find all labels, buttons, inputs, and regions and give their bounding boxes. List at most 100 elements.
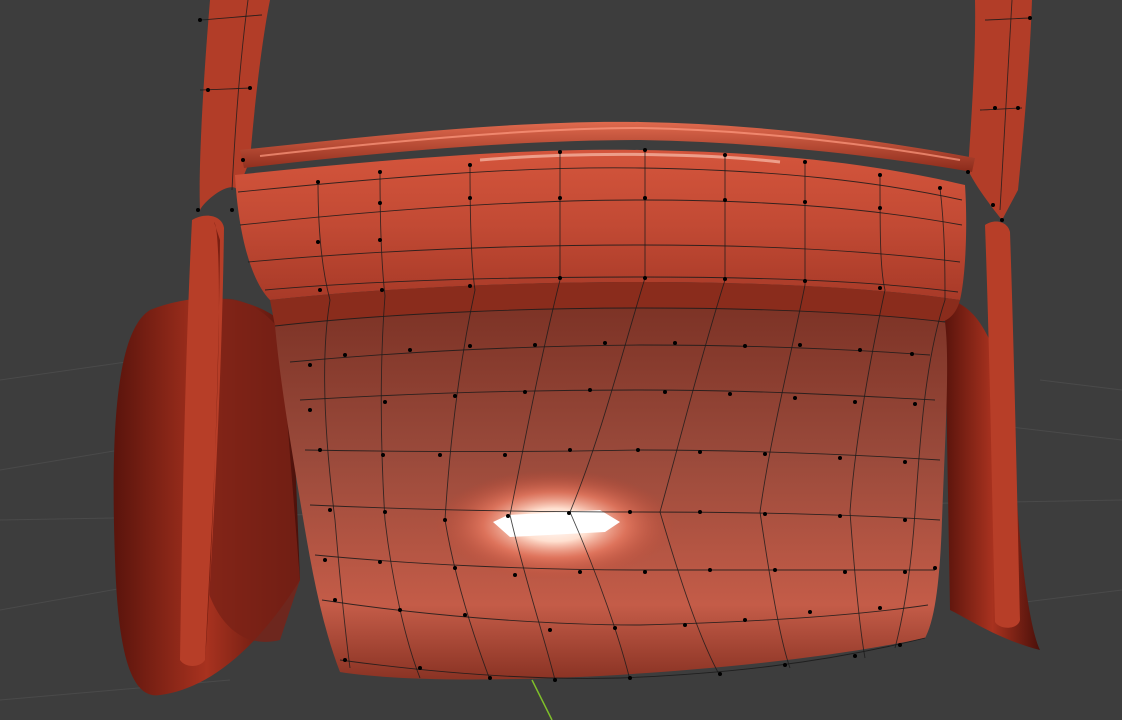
mesh-vertex [548, 628, 552, 632]
y-axis-line [531, 679, 553, 720]
3d-viewport[interactable] [0, 0, 1122, 720]
mesh-vertex [438, 453, 442, 457]
mesh-vertex [628, 676, 632, 680]
mesh-vertex [773, 568, 777, 572]
mesh-vertex [803, 200, 807, 204]
mesh-vertex [878, 606, 882, 610]
mesh-vertex [443, 518, 447, 522]
mesh-vertex [808, 610, 812, 614]
mesh-vertex [381, 453, 385, 457]
mesh-vertex [196, 208, 200, 212]
mesh-vertex [558, 276, 562, 280]
mesh-vertex [328, 508, 332, 512]
mesh-vertex [453, 566, 457, 570]
mesh-vertex [708, 568, 712, 572]
mesh-vertex [318, 448, 322, 452]
mesh-vertex [1028, 16, 1032, 20]
mesh-vertex [468, 196, 472, 200]
mesh-vertex [1016, 106, 1020, 110]
mesh-vertex [308, 363, 312, 367]
mesh-vertex [803, 279, 807, 283]
mesh-vertex [628, 510, 632, 514]
mesh-vertex [558, 196, 562, 200]
mesh-vertex [568, 448, 572, 452]
mesh-vertex [683, 623, 687, 627]
mesh-vertex [698, 450, 702, 454]
mesh-vertex [198, 18, 202, 22]
mesh-vertex [853, 654, 857, 658]
mesh-vertex [718, 672, 722, 676]
mesh-vertex [913, 402, 917, 406]
mesh-vertex [383, 510, 387, 514]
mesh-vertex [567, 511, 571, 515]
mesh-vertex [723, 198, 727, 202]
mesh-vertex [636, 448, 640, 452]
mesh-vertex [1000, 218, 1004, 222]
mesh-vertex [558, 150, 562, 154]
mesh-vertex [308, 408, 312, 412]
mesh-vertex [468, 163, 472, 167]
mesh-vertex [380, 288, 384, 292]
right-back-post [968, 0, 1032, 220]
mesh-vertex [503, 453, 507, 457]
mesh-vertex [578, 570, 582, 574]
mesh-vertex [643, 276, 647, 280]
mesh-vertex [763, 512, 767, 516]
mesh-vertex [803, 160, 807, 164]
mesh-vertex [903, 570, 907, 574]
mesh-vertex [488, 676, 492, 680]
mesh-vertex [743, 618, 747, 622]
mesh-vertex [910, 352, 914, 356]
mesh-vertex [378, 170, 382, 174]
mesh-vertex [798, 343, 802, 347]
mesh-vertex [743, 344, 747, 348]
mesh-vertex [993, 106, 997, 110]
mesh-vertex [418, 666, 422, 670]
mesh-vertex [323, 558, 327, 562]
mesh-vertex [378, 560, 382, 564]
mesh-vertex [318, 288, 322, 292]
mesh-vertex [853, 400, 857, 404]
mesh-vertex [613, 626, 617, 630]
mesh-vertex [858, 348, 862, 352]
mesh-vertex [938, 186, 942, 190]
mesh-vertex [230, 208, 234, 212]
mesh-vertex [878, 286, 882, 290]
mesh-vertex [991, 203, 995, 207]
mesh-vertex [588, 388, 592, 392]
mesh-vertex [383, 400, 387, 404]
mesh-vertex [838, 514, 842, 518]
mesh-vertex [206, 88, 210, 92]
mesh-vertex [643, 148, 647, 152]
mesh-vertex [533, 343, 537, 347]
mesh-vertex [878, 206, 882, 210]
mesh-vertex [903, 460, 907, 464]
mesh-vertex [378, 238, 382, 242]
mesh-vertex [723, 277, 727, 281]
mesh-vertex [698, 510, 702, 514]
mesh-vertex [241, 158, 245, 162]
mesh-vertex [453, 394, 457, 398]
mesh-vertex [723, 153, 727, 157]
mesh-vertex [843, 570, 847, 574]
mesh-vertex [643, 570, 647, 574]
mesh-vertex [728, 392, 732, 396]
mesh-vertex [343, 658, 347, 662]
mesh-vertex [793, 396, 797, 400]
mesh-vertex [398, 608, 402, 612]
mesh-vertex [463, 613, 467, 617]
mesh-vertex [603, 341, 607, 345]
mesh-vertex [316, 180, 320, 184]
mesh-vertex [763, 452, 767, 456]
mesh-vertex [878, 173, 882, 177]
mesh-vertex [903, 518, 907, 522]
mesh-vertex [378, 201, 382, 205]
mesh-vertex [506, 514, 510, 518]
mesh-vertex [343, 353, 347, 357]
mesh-vertex [316, 240, 320, 244]
mesh-vertex [408, 348, 412, 352]
mesh-vertex [643, 196, 647, 200]
mesh-vertex [673, 341, 677, 345]
mesh-vertex [248, 86, 252, 90]
mesh-vertex [523, 390, 527, 394]
